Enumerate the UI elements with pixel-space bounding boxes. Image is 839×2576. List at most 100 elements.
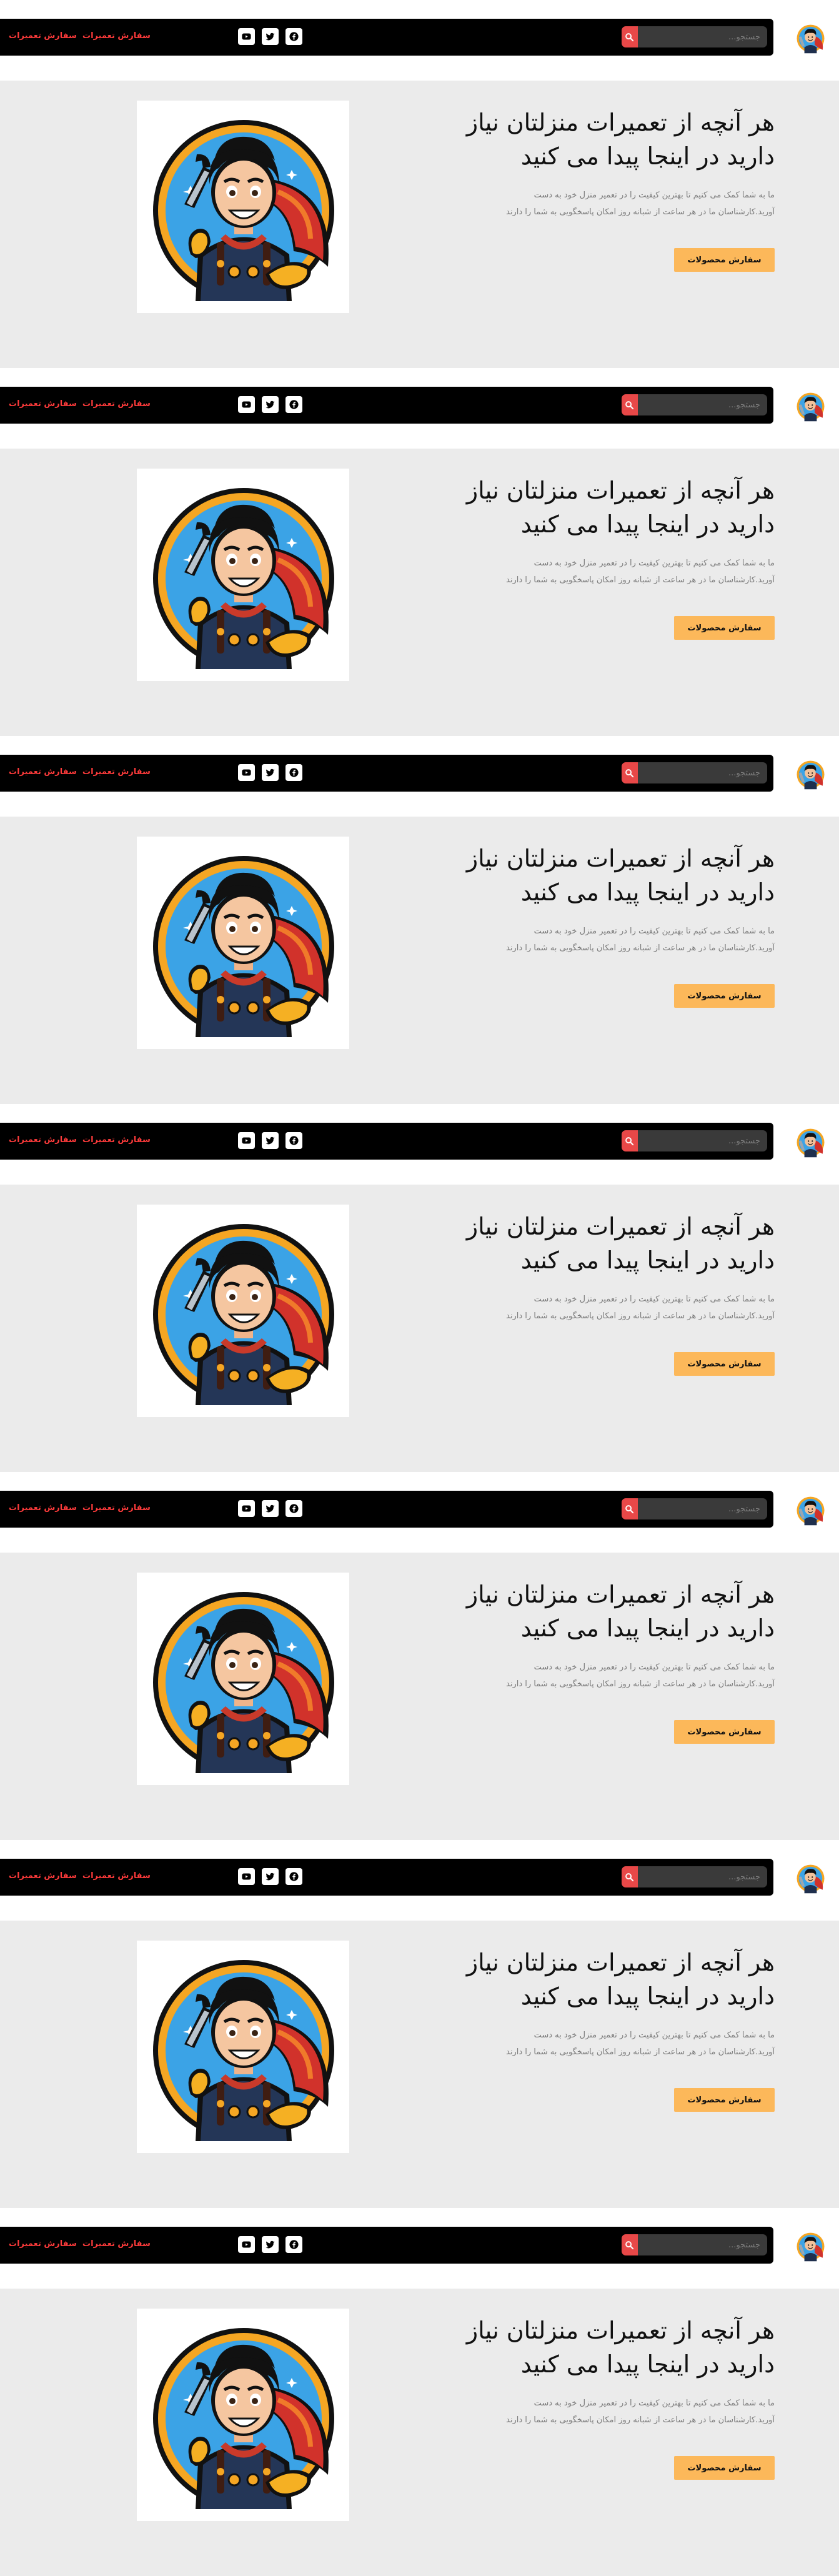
nav-link-order-repairs[interactable]: سفارش تعمیرات — [82, 1503, 151, 1513]
search-input[interactable] — [639, 762, 763, 783]
search-icon — [625, 1873, 634, 1882]
nav-link-order-repairs[interactable]: سفارش تعمیرات — [82, 399, 151, 409]
youtube-icon[interactable] — [238, 396, 255, 413]
search-bar — [622, 2234, 767, 2255]
search-button[interactable] — [622, 394, 638, 415]
site-logo[interactable] — [793, 21, 828, 55]
hero-title-line-1: هر آنچه از تعمیرات منزلتان نیاز — [466, 845, 775, 872]
hero-description-line-1: ما به شما کمک می کنیم تا بهترین کیفیت را… — [534, 191, 775, 200]
search-input[interactable] — [639, 1498, 763, 1519]
site-logo[interactable] — [793, 1125, 828, 1159]
twitter-icon[interactable] — [262, 2236, 279, 2253]
twitter-icon[interactable] — [262, 1500, 279, 1517]
nav-link-order-repairs[interactable]: سفارش تعمیرات — [9, 1871, 77, 1881]
search-input[interactable] — [639, 394, 763, 415]
facebook-icon[interactable] — [285, 1500, 302, 1517]
hero-text: هر آنچه از تعمیرات منزلتان نیاز دارید در… — [437, 1578, 775, 1744]
search-input[interactable] — [639, 2234, 763, 2255]
hero-description-line-2: آورید.کارشناسان ما در هر ساعت از شبانه ر… — [506, 943, 775, 953]
nav-link-order-repairs[interactable]: سفارش تعمیرات — [9, 1135, 77, 1145]
site-logo[interactable] — [793, 757, 828, 791]
search-icon — [625, 769, 634, 778]
nav-link-order-repairs[interactable]: سفارش تعمیرات — [82, 2239, 151, 2249]
hero-image-card — [137, 837, 349, 1049]
handyman-mascot-illustration — [153, 2328, 334, 2509]
hero-text: هر آنچه از تعمیرات منزلتان نیاز دارید در… — [437, 1210, 775, 1376]
order-products-button[interactable]: سفارش محصولات — [674, 1352, 775, 1376]
hero-description-line-2: آورید.کارشناسان ما در هر ساعت از شبانه ر… — [506, 575, 775, 585]
order-products-button[interactable]: سفارش محصولات — [674, 248, 775, 272]
hero-title-line-1: هر آنچه از تعمیرات منزلتان نیاز — [466, 1581, 775, 1608]
facebook-icon[interactable] — [285, 396, 302, 413]
search-input[interactable] — [639, 1130, 763, 1151]
facebook-icon[interactable] — [285, 1132, 302, 1149]
order-products-button[interactable]: سفارش محصولات — [674, 616, 775, 640]
hero-description-line-1: ما به شما کمک می کنیم تا بهترین کیفیت را… — [534, 559, 775, 568]
search-button[interactable] — [622, 1866, 638, 1887]
twitter-icon[interactable] — [262, 28, 279, 45]
repeated-section: سفارش تعمیرات سفارش تعمیرات جستجو... هر … — [0, 2208, 839, 2576]
nav-link-order-repairs[interactable]: سفارش تعمیرات — [9, 399, 77, 409]
order-products-button[interactable]: سفارش محصولات — [674, 1720, 775, 1744]
search-button[interactable] — [622, 1498, 638, 1519]
nav-link-order-repairs[interactable]: سفارش تعمیرات — [9, 1503, 77, 1513]
hero-title: هر آنچه از تعمیرات منزلتان نیاز دارید در… — [437, 474, 775, 541]
search-bar — [622, 762, 767, 783]
search-icon — [625, 401, 634, 410]
hero-text: هر آنچه از تعمیرات منزلتان نیاز دارید در… — [437, 106, 775, 272]
order-products-button[interactable]: سفارش محصولات — [674, 2456, 775, 2480]
hero-image-card — [137, 2309, 349, 2521]
hero-section: هر آنچه از تعمیرات منزلتان نیاز دارید در… — [0, 449, 839, 736]
hero-title-line-2: دارید در اینجا پیدا می کنید — [520, 142, 775, 170]
facebook-icon[interactable] — [285, 2236, 302, 2253]
search-button[interactable] — [622, 762, 638, 783]
youtube-icon[interactable] — [238, 28, 255, 45]
search-button[interactable] — [622, 26, 638, 47]
twitter-icon[interactable] — [262, 1868, 279, 1885]
facebook-icon[interactable] — [285, 1868, 302, 1885]
hero-description-line-1: ما به شما کمک می کنیم تا بهترین کیفیت را… — [534, 927, 775, 936]
search-button[interactable] — [622, 2234, 638, 2255]
youtube-icon[interactable] — [238, 1500, 255, 1517]
facebook-icon[interactable] — [285, 764, 302, 781]
hero-text: هر آنچه از تعمیرات منزلتان نیاز دارید در… — [437, 842, 775, 1008]
site-logo[interactable] — [793, 1493, 828, 1527]
twitter-icon[interactable] — [262, 396, 279, 413]
hero-image-card — [137, 1205, 349, 1417]
nav-link-order-repairs[interactable]: سفارش تعمیرات — [82, 1871, 151, 1881]
hero-title: هر آنچه از تعمیرات منزلتان نیاز دارید در… — [437, 1210, 775, 1277]
nav-link-order-repairs[interactable]: سفارش تعمیرات — [9, 31, 77, 41]
facebook-icon[interactable] — [285, 28, 302, 45]
youtube-icon[interactable] — [238, 764, 255, 781]
nav-link-order-repairs[interactable]: سفارش تعمیرات — [82, 31, 151, 41]
hero-title-line-1: هر آنچه از تعمیرات منزلتان نیاز — [466, 1949, 775, 1976]
youtube-icon[interactable] — [238, 1132, 255, 1149]
nav-link-order-repairs[interactable]: سفارش تعمیرات — [9, 2239, 77, 2249]
search-button[interactable] — [622, 1130, 638, 1151]
hero-description-line-1: ما به شما کمک می کنیم تا بهترین کیفیت را… — [534, 1663, 775, 1672]
twitter-icon[interactable] — [262, 1132, 279, 1149]
twitter-icon[interactable] — [262, 764, 279, 781]
site-logo[interactable] — [793, 389, 828, 423]
search-input[interactable] — [639, 26, 763, 47]
hero-title: هر آنچه از تعمیرات منزلتان نیاز دارید در… — [437, 1946, 775, 2013]
hero-description: ما به شما کمک می کنیم تا بهترین کیفیت را… — [450, 555, 775, 589]
site-logo[interactable] — [793, 1861, 828, 1895]
hero-title-line-2: دارید در اینجا پیدا می کنید — [520, 510, 775, 538]
hero-image-card — [137, 1573, 349, 1785]
handyman-mascot-illustration — [153, 120, 334, 301]
hero-section: هر آنچه از تعمیرات منزلتان نیاز دارید در… — [0, 1185, 839, 1472]
order-products-button[interactable]: سفارش محصولات — [674, 2088, 775, 2112]
hero-description-line-2: آورید.کارشناسان ما در هر ساعت از شبانه ر… — [506, 1679, 775, 1689]
nav-link-order-repairs[interactable]: سفارش تعمیرات — [82, 1135, 151, 1145]
nav-link-order-repairs[interactable]: سفارش تعمیرات — [82, 767, 151, 777]
hero-description: ما به شما کمک می کنیم تا بهترین کیفیت را… — [450, 1291, 775, 1325]
order-products-button[interactable]: سفارش محصولات — [674, 984, 775, 1008]
site-logo[interactable] — [793, 2229, 828, 2263]
nav-link-order-repairs[interactable]: سفارش تعمیرات — [9, 767, 77, 777]
search-input[interactable] — [639, 1866, 763, 1887]
youtube-icon[interactable] — [238, 1868, 255, 1885]
search-bar — [622, 1498, 767, 1519]
hero-image-card — [137, 1941, 349, 2153]
youtube-icon[interactable] — [238, 2236, 255, 2253]
